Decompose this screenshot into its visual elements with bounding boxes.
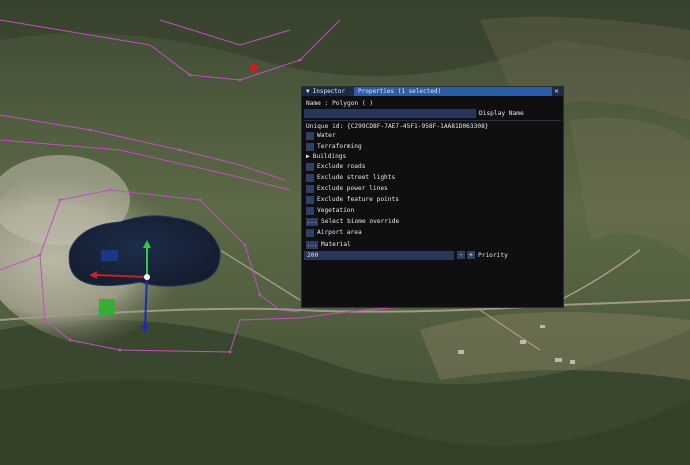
- tab-inspector[interactable]: ▼ Inspector: [302, 87, 354, 96]
- material-row[interactable]: ... Material: [306, 240, 351, 249]
- unique-id-row: Unique id: {C299CD8F-7AE7-45F1-958F-1AA8…: [306, 122, 489, 131]
- checkbox-terraforming[interactable]: Terraforming: [306, 142, 362, 151]
- collapse-triangle-icon[interactable]: ▼: [306, 87, 310, 96]
- priority-input[interactable]: 200: [304, 251, 454, 260]
- location-marker-icon: [250, 64, 258, 72]
- expand-arrow-icon[interactable]: ▶: [306, 152, 310, 161]
- unique-id-text: Unique id: {C299CD8F-7AE7-45F1-958F-1AA8…: [306, 123, 489, 130]
- tab-properties[interactable]: Properties (1 selected): [354, 87, 552, 96]
- display-name-label: Display Name: [479, 110, 524, 117]
- gizmo-plane-handle-green: [99, 299, 115, 315]
- separator: [304, 120, 561, 121]
- checkbox-vegetation[interactable]: Vegetation: [306, 206, 354, 215]
- inspector-panel: ▼ Inspector Properties (1 selected) ✕ Na…: [301, 86, 564, 308]
- priority-decrement-button[interactable]: -: [457, 251, 465, 259]
- select-biome-button[interactable]: ...: [306, 217, 318, 226]
- checkbox-exclude-power-lines[interactable]: Exclude power lines: [306, 184, 388, 193]
- display-name-label-row: Display Name: [479, 109, 524, 118]
- checkbox[interactable]: [306, 142, 314, 151]
- checkbox-exclude-roads[interactable]: Exclude roads: [306, 162, 365, 171]
- priority-increment-button[interactable]: +: [467, 251, 475, 259]
- material-select-button[interactable]: ...: [306, 240, 318, 249]
- priority-label-row: Priority: [478, 251, 508, 260]
- close-icon[interactable]: ✕: [552, 87, 561, 96]
- checkbox[interactable]: [306, 131, 314, 140]
- name-row: Name : Polygon ( ): [306, 99, 373, 108]
- priority-label: Priority: [478, 252, 508, 259]
- gizmo-plane-handle: [101, 250, 118, 261]
- panel-titlebar: ▼ Inspector Properties (1 selected) ✕: [302, 87, 563, 96]
- checkbox[interactable]: [306, 184, 314, 193]
- checkbox-water[interactable]: Water: [306, 131, 336, 140]
- checkbox[interactable]: [306, 195, 314, 204]
- display-name-input[interactable]: [304, 109, 476, 118]
- select-biome-override-row[interactable]: ... Select biome override: [306, 217, 399, 226]
- checkbox-exclude-street-lights[interactable]: Exclude street lights: [306, 173, 395, 182]
- checkbox-airport-area[interactable]: Airport area: [306, 228, 362, 237]
- checkbox[interactable]: [306, 206, 314, 215]
- checkbox[interactable]: [306, 228, 314, 237]
- checkbox-exclude-feature-points[interactable]: Exclude feature points: [306, 195, 399, 204]
- name-label: Name : Polygon ( ): [306, 100, 374, 107]
- checkbox[interactable]: [306, 162, 314, 171]
- tree-node-buildings[interactable]: ▶ Buildings: [306, 152, 346, 161]
- checkbox[interactable]: [306, 173, 314, 182]
